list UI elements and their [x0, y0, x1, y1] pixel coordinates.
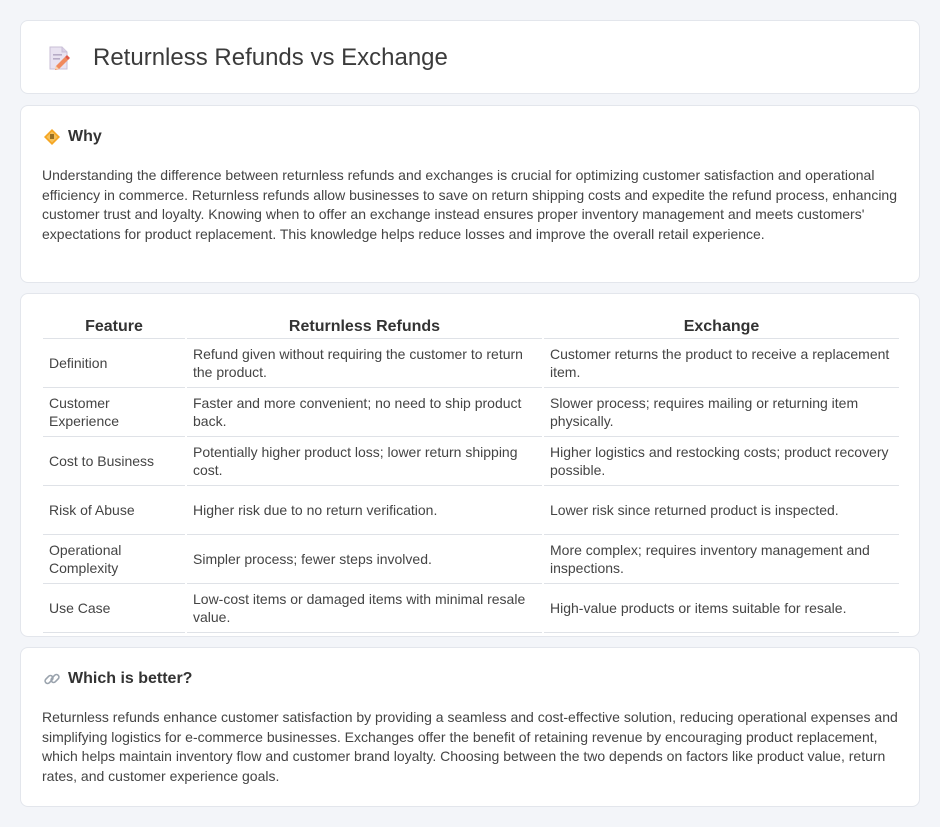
table-row: Definition Refund given without requirin… [43, 338, 899, 388]
feature-cell: Definition [43, 338, 186, 388]
feature-cell: Risk of Abuse [43, 485, 186, 535]
document-edit-icon [49, 46, 70, 70]
returnless-cell: Higher risk due to no return verificatio… [185, 485, 543, 535]
link-icon [44, 673, 60, 685]
table-row: Use Case Low-cost items or damaged items… [43, 583, 899, 633]
table-row: Cost to Business Potentially higher prod… [43, 436, 899, 486]
table-row: Risk of Abuse Higher risk due to no retu… [43, 485, 899, 535]
returnless-cell: Low-cost items or damaged items with min… [185, 583, 543, 633]
returnless-cell: Faster and more convenient; no need to s… [185, 387, 543, 437]
exchange-cell: Higher logistics and restocking costs; p… [542, 436, 899, 486]
feature-cell: Customer Experience [43, 387, 186, 437]
header-returnless-refunds: Returnless Refunds [185, 316, 543, 339]
title-row: Returnless Refunds vs Exchange [47, 44, 448, 72]
better-heading: Which is better? [68, 670, 193, 687]
returnless-cell: Refund given without requiring the custo… [185, 338, 543, 388]
exchange-cell: Customer returns the product to receive … [542, 338, 899, 388]
table-row: Customer Experience Faster and more conv… [43, 387, 899, 437]
table-header-row: Feature Returnless Refunds Exchange [43, 316, 899, 339]
table-row: Operational Complexity Simpler process; … [43, 534, 899, 584]
comparison-section: Feature Returnless Refunds Exchange Defi… [20, 293, 920, 637]
title-card: Returnless Refunds vs Exchange [20, 20, 920, 94]
exchange-cell: High-value products or items suitable fo… [542, 583, 899, 633]
why-heading: Why [68, 128, 102, 145]
exchange-cell: Lower risk since returned product is ins… [542, 485, 899, 535]
diamond-warning-icon [44, 129, 60, 145]
better-body: Returnless refunds enhance customer sati… [42, 709, 898, 784]
which-is-better-section: Which is better? Returnless refunds enha… [20, 647, 920, 807]
returnless-cell: Simpler process; fewer steps involved. [185, 534, 543, 584]
header-exchange: Exchange [542, 316, 899, 339]
page-title: Returnless Refunds vs Exchange [93, 44, 448, 71]
comparison-table: Feature Returnless Refunds Exchange Defi… [43, 316, 899, 633]
feature-cell: Use Case [43, 583, 186, 633]
why-section: Why Understanding the difference between… [20, 105, 920, 283]
returnless-cell: Potentially higher product loss; lower r… [185, 436, 543, 486]
header-feature: Feature [43, 316, 186, 339]
exchange-cell: Slower process; requires mailing or retu… [542, 387, 899, 437]
why-body: Understanding the difference between ret… [42, 167, 897, 242]
feature-cell: Cost to Business [43, 436, 186, 486]
feature-cell: Operational Complexity [43, 534, 186, 584]
why-header: Why [43, 128, 102, 146]
exchange-cell: More complex; requires inventory managem… [542, 534, 899, 584]
better-header: Which is better? [43, 670, 192, 688]
